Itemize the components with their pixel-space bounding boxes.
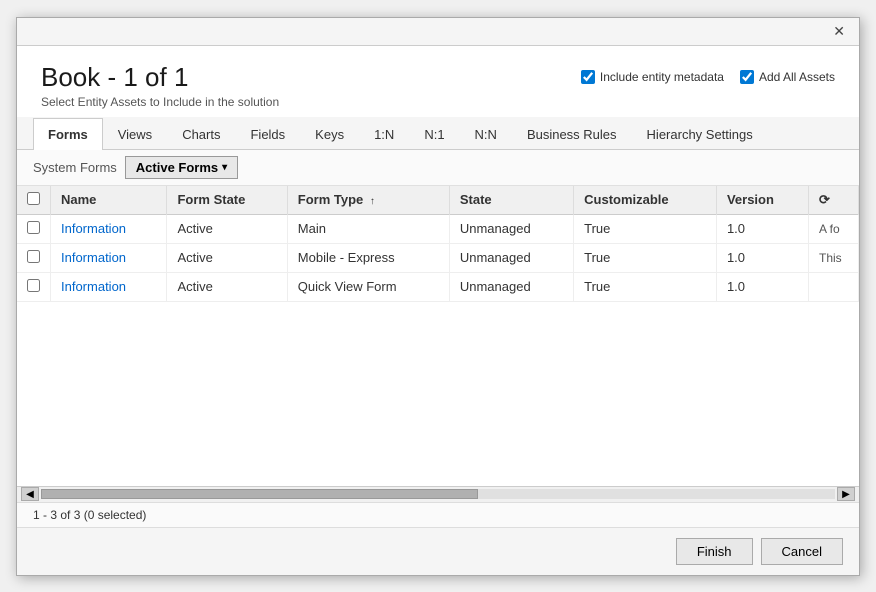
col-name[interactable]: Name <box>51 186 167 215</box>
row-version: 1.0 <box>716 243 808 272</box>
col-state[interactable]: State <box>449 186 573 215</box>
tab-n1[interactable]: N:1 <box>409 118 459 150</box>
row-version: 1.0 <box>716 272 808 301</box>
row-form-state: Active <box>167 272 287 301</box>
header: Book - 1 of 1 Select Entity Assets to In… <box>17 46 859 117</box>
main-dialog: ✕ Book - 1 of 1 Select Entity Assets to … <box>16 17 860 576</box>
table-row: InformationActiveMainUnmanagedTrue1.0A f… <box>17 214 859 243</box>
row-checkbox-1[interactable] <box>27 250 40 263</box>
footer: Finish Cancel <box>17 527 859 575</box>
col-checkbox <box>17 186 51 215</box>
row-form-type: Main <box>287 214 449 243</box>
chevron-down-icon: ▾ <box>222 162 227 173</box>
table-header-row: Name Form State Form Type ↑ State Custom… <box>17 186 859 215</box>
include-metadata-checkbox-label[interactable]: Include entity metadata <box>581 70 724 84</box>
row-customizable: True <box>574 214 717 243</box>
toolbar: System Forms Active Forms ▾ <box>17 150 859 186</box>
include-metadata-checkbox[interactable] <box>581 70 595 84</box>
row-state: Unmanaged <box>449 272 573 301</box>
row-checkbox-2[interactable] <box>27 279 40 292</box>
tab-hierarchy-settings[interactable]: Hierarchy Settings <box>632 118 768 150</box>
row-extra: A fo <box>809 214 859 243</box>
tab-1n[interactable]: 1:N <box>359 118 409 150</box>
scroll-left-button[interactable]: ◀ <box>21 487 39 501</box>
tab-nn[interactable]: N:N <box>460 118 512 150</box>
forms-table: Name Form State Form Type ↑ State Custom… <box>17 186 859 302</box>
row-state: Unmanaged <box>449 243 573 272</box>
close-button[interactable]: ✕ <box>827 21 851 42</box>
tab-fields[interactable]: Fields <box>235 118 300 150</box>
row-form-state: Active <box>167 214 287 243</box>
title-bar: ✕ <box>17 18 859 46</box>
row-form-type: Mobile - Express <box>287 243 449 272</box>
scroll-track[interactable] <box>41 489 835 499</box>
tabs-bar: Forms Views Charts Fields Keys 1:N N:1 N… <box>17 117 859 150</box>
tab-business-rules[interactable]: Business Rules <box>512 118 632 150</box>
tab-keys[interactable]: Keys <box>300 118 359 150</box>
tab-charts[interactable]: Charts <box>167 118 235 150</box>
table-row: InformationActiveMobile - ExpressUnmanag… <box>17 243 859 272</box>
row-checkbox-0[interactable] <box>27 221 40 234</box>
row-extra <box>809 272 859 301</box>
row-name[interactable]: Information <box>51 214 167 243</box>
scroll-right-button[interactable]: ▶ <box>837 487 855 501</box>
cancel-button[interactable]: Cancel <box>761 538 843 565</box>
select-all-checkbox[interactable] <box>27 192 40 205</box>
row-form-state: Active <box>167 243 287 272</box>
dialog-subtitle: Select Entity Assets to Include in the s… <box>41 95 279 109</box>
row-version: 1.0 <box>716 214 808 243</box>
col-version[interactable]: Version <box>716 186 808 215</box>
tab-forms[interactable]: Forms <box>33 118 103 150</box>
col-customizable[interactable]: Customizable <box>574 186 717 215</box>
row-form-type: Quick View Form <box>287 272 449 301</box>
row-name[interactable]: Information <box>51 272 167 301</box>
row-extra: This <box>809 243 859 272</box>
row-state: Unmanaged <box>449 214 573 243</box>
col-form-state[interactable]: Form State <box>167 186 287 215</box>
scroll-thumb[interactable] <box>41 489 478 499</box>
table-body: InformationActiveMainUnmanagedTrue1.0A f… <box>17 214 859 301</box>
col-extra: ⟳ <box>809 186 859 215</box>
system-forms-label: System Forms <box>33 160 117 175</box>
header-right: Include entity metadata Add All Assets <box>581 62 835 84</box>
table-row: InformationActiveQuick View FormUnmanage… <box>17 272 859 301</box>
dropdown-label: Active Forms <box>136 160 218 175</box>
dialog-title: Book - 1 of 1 <box>41 62 279 93</box>
finish-button[interactable]: Finish <box>676 538 753 565</box>
horizontal-scrollbar[interactable]: ◀ ▶ <box>17 486 859 502</box>
add-all-assets-checkbox-label[interactable]: Add All Assets <box>740 70 835 84</box>
row-customizable: True <box>574 243 717 272</box>
header-left: Book - 1 of 1 Select Entity Assets to In… <box>41 62 279 109</box>
status-text: 1 - 3 of 3 (0 selected) <box>33 508 146 522</box>
row-customizable: True <box>574 272 717 301</box>
tab-views[interactable]: Views <box>103 118 167 150</box>
row-checkbox-cell <box>17 214 51 243</box>
refresh-icon[interactable]: ⟳ <box>819 192 830 207</box>
status-bar: 1 - 3 of 3 (0 selected) <box>17 502 859 527</box>
col-form-type[interactable]: Form Type ↑ <box>287 186 449 215</box>
row-name[interactable]: Information <box>51 243 167 272</box>
sort-icon: ↑ <box>370 196 375 207</box>
row-checkbox-cell <box>17 243 51 272</box>
row-checkbox-cell <box>17 272 51 301</box>
add-all-assets-checkbox[interactable] <box>740 70 754 84</box>
forms-table-container: Name Form State Form Type ↑ State Custom… <box>17 186 859 486</box>
active-forms-dropdown[interactable]: Active Forms ▾ <box>125 156 238 179</box>
add-all-assets-label: Add All Assets <box>759 70 835 84</box>
include-metadata-label: Include entity metadata <box>600 70 724 84</box>
